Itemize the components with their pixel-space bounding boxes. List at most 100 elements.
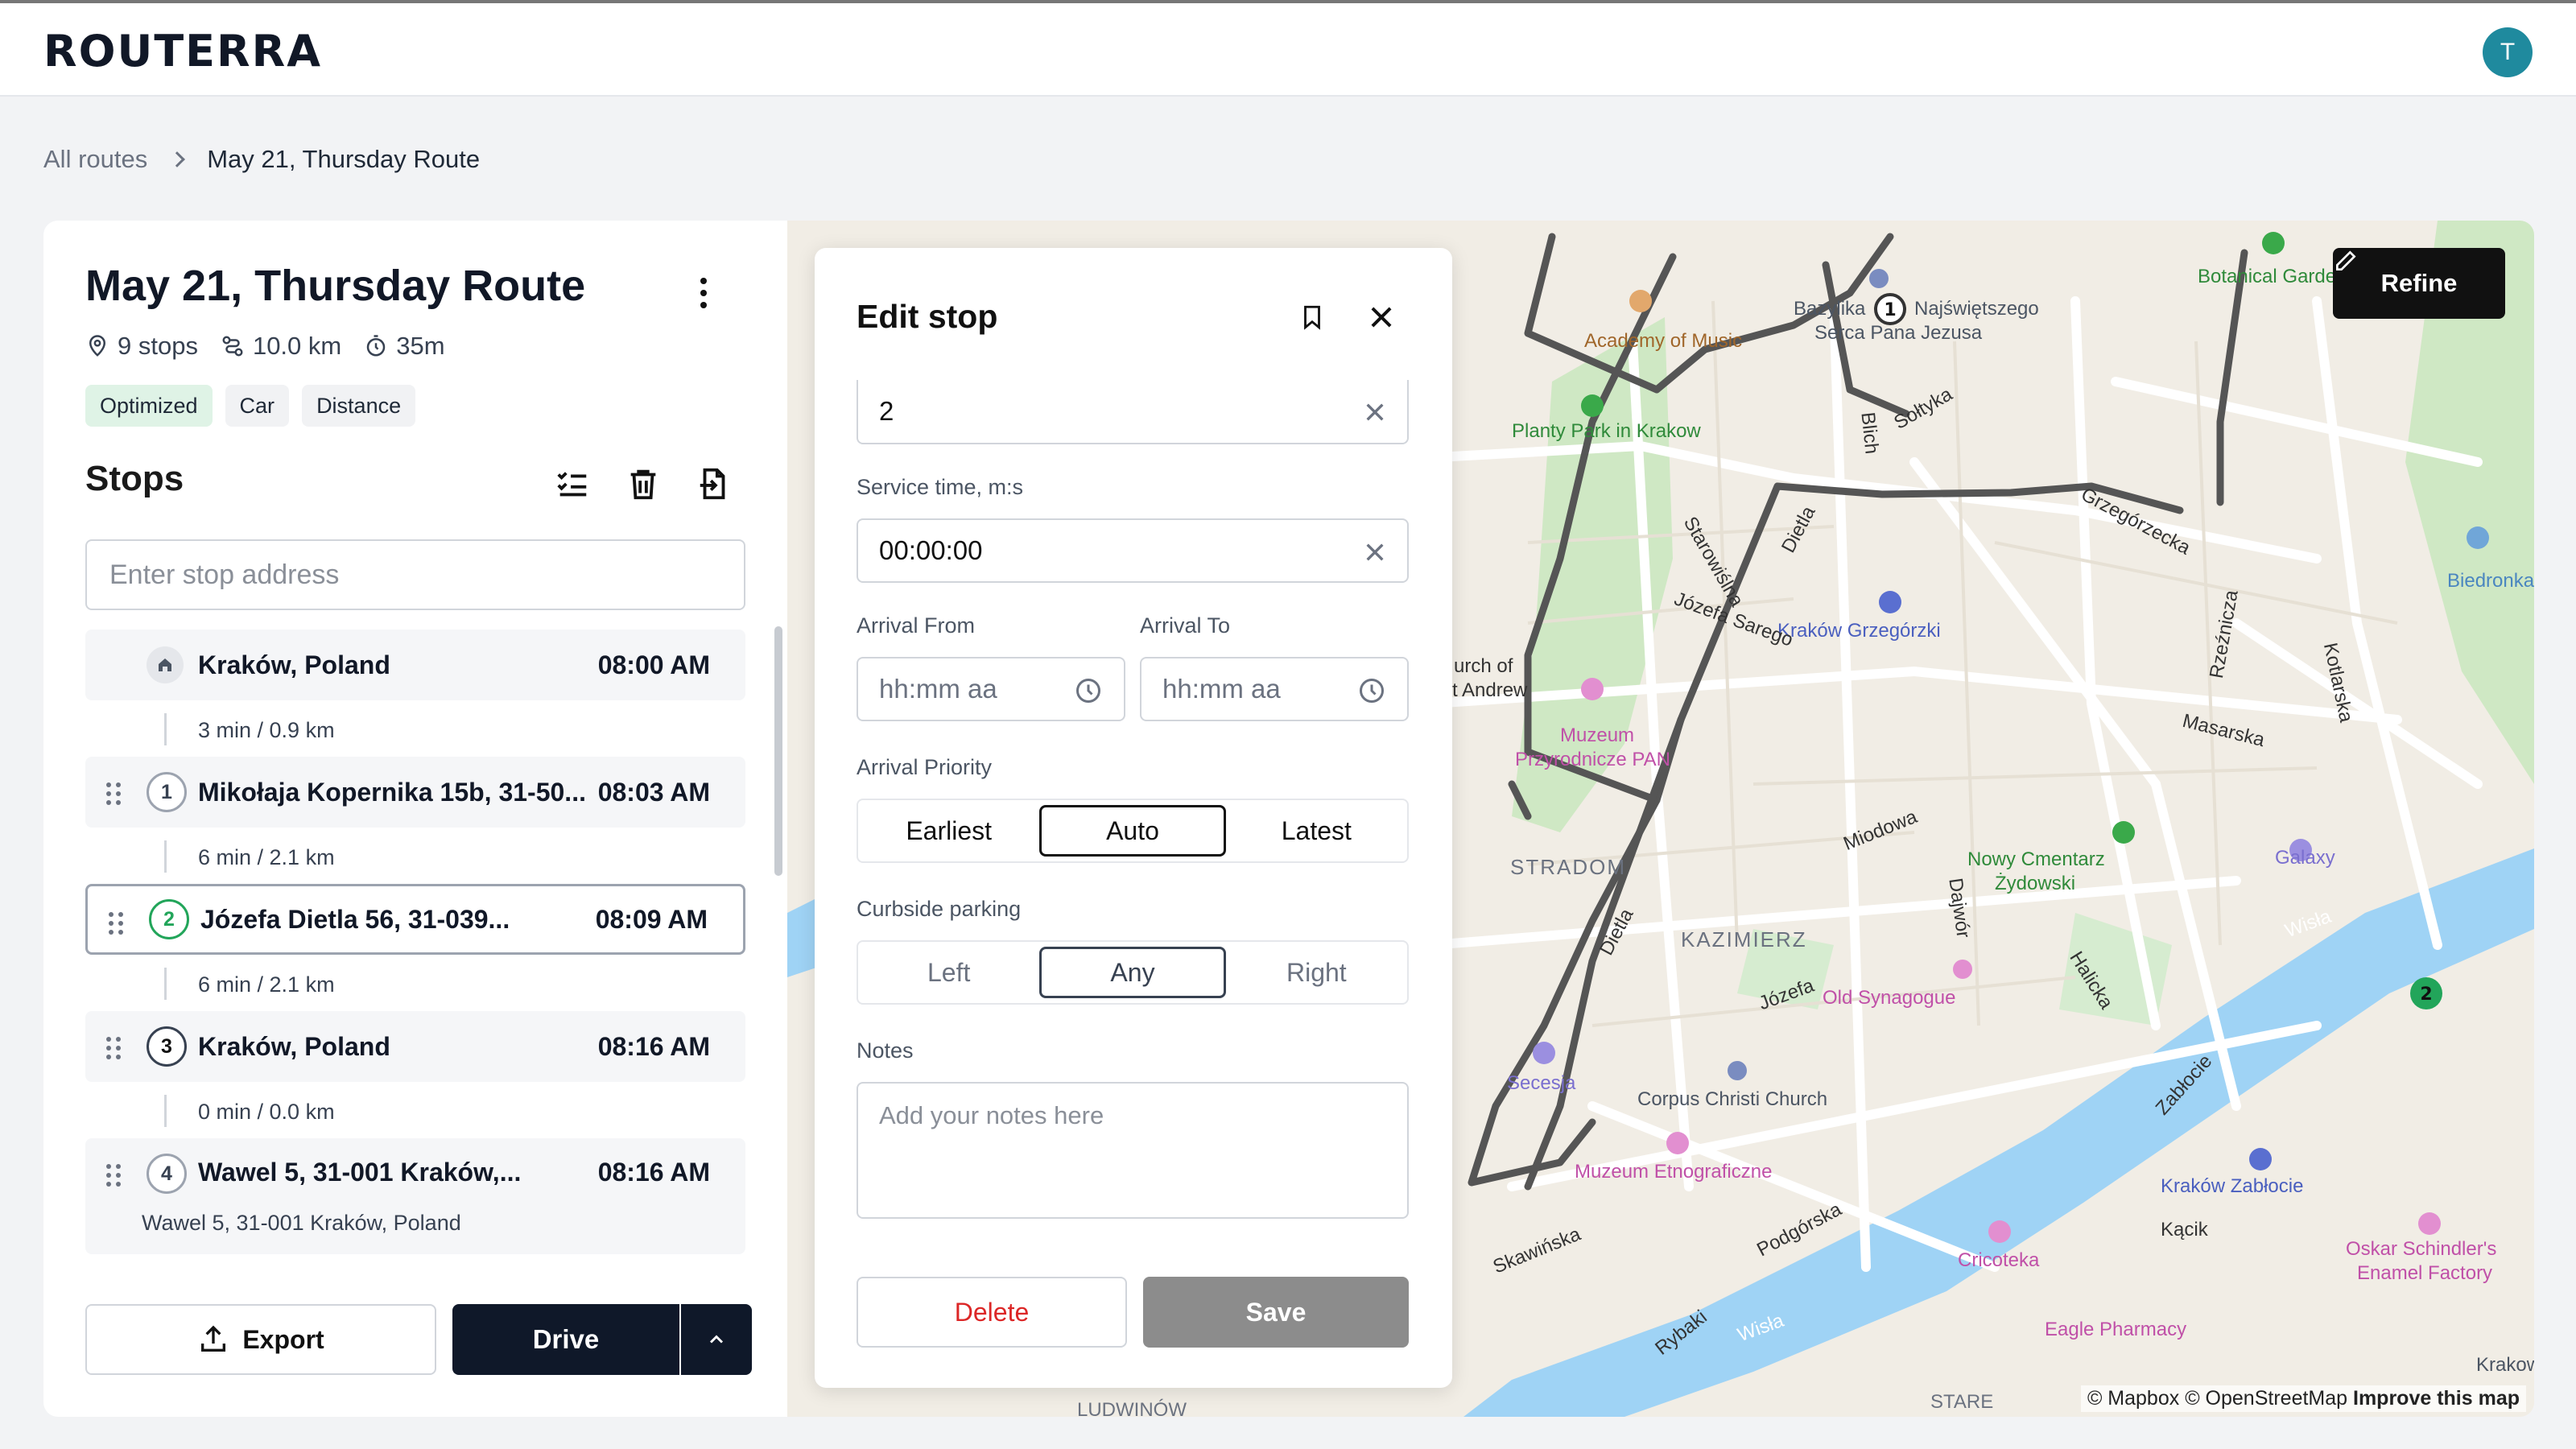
route-panel: May 21, Thursday Route 9 stops 10.0 km 3… — [43, 221, 787, 1417]
drive-button[interactable]: Drive — [452, 1304, 679, 1375]
map-label: Kraków Grzegórzki — [1777, 620, 1941, 642]
map-label: Academy of Music — [1584, 330, 1743, 352]
export-label: Export — [242, 1324, 324, 1354]
user-avatar[interactable]: T — [2483, 27, 2533, 77]
leg-info: 6 min / 2.1 km — [198, 845, 335, 869]
arrival-from-label: Arrival From — [857, 613, 975, 638]
map-label: Old Synagogue — [1823, 987, 1956, 1009]
clear-icon[interactable] — [1362, 399, 1388, 425]
drag-handle-icon[interactable] — [109, 912, 123, 935]
select-stops-button[interactable] — [551, 462, 594, 506]
drag-handle-icon[interactable] — [106, 782, 121, 805]
map-label: STRADOM — [1510, 855, 1626, 879]
stop-name: Józefa Dietla 56, 31-039... — [200, 904, 510, 934]
map-label: Kraków Zabłocie — [2161, 1175, 2304, 1197]
drag-handle-icon[interactable] — [106, 1164, 121, 1187]
stop-row-1[interactable]: 1 Mikołaja Kopernika 15b, 31-50... 08:03… — [85, 757, 745, 828]
bookmark-button[interactable] — [1293, 298, 1331, 336]
map-label: Corpus Christi Church — [1637, 1088, 1828, 1110]
leg-divider — [164, 968, 167, 1000]
more-options-button[interactable] — [687, 269, 720, 317]
map-label: KAZIMIERZ — [1681, 927, 1807, 952]
priority-latest[interactable]: Latest — [1226, 800, 1407, 861]
attribution-text[interactable]: © Mapbox © OpenStreetMap — [2087, 1387, 2347, 1410]
delete-button[interactable]: Delete — [857, 1277, 1127, 1348]
chip-vehicle: Car — [225, 385, 290, 427]
refine-button[interactable]: Refine — [2333, 248, 2505, 319]
trash-icon — [630, 469, 656, 500]
breadcrumb: All routes May 21, Thursday Route — [43, 142, 480, 177]
file-import-icon — [700, 468, 725, 500]
stop-row-depot[interactable]: Kraków, Poland 08:00 AM — [85, 630, 745, 700]
curbside-label: Curbside parking — [857, 897, 1022, 921]
timer-icon — [366, 335, 386, 357]
export-button[interactable]: Export — [85, 1304, 436, 1375]
route-distance: 10.0 km — [221, 332, 341, 361]
location-pin-icon — [89, 335, 106, 357]
import-stops-button[interactable] — [692, 462, 736, 506]
close-button[interactable] — [1362, 298, 1401, 336]
app-header: ROUTERRA T — [0, 0, 2576, 97]
route-chips: Optimized Car Distance — [85, 385, 416, 427]
stops-list: Kraków, Poland 08:00 AM 3 min / 0.9 km 1… — [85, 630, 745, 1417]
curbside-any[interactable]: Any — [1039, 947, 1226, 998]
leg-divider — [164, 1095, 167, 1127]
map-label: Muzeum Etnograficzne — [1575, 1161, 1773, 1183]
stops-scrollbar[interactable] — [774, 626, 782, 876]
clear-icon[interactable] — [1362, 539, 1388, 565]
map-label: Krakows — [2476, 1354, 2534, 1376]
map-label: Żydowski — [1995, 873, 2076, 894]
stop-time: 08:16 AM — [597, 1158, 710, 1187]
stop-time: 08:00 AM — [597, 650, 710, 679]
stop-row-2[interactable]: 2 Józefa Dietla 56, 31-039... 08:09 AM — [85, 884, 745, 955]
dot-icon — [700, 290, 707, 296]
map-label: Cricoteka — [1958, 1249, 2040, 1271]
map-label: STARE — [1930, 1391, 1994, 1413]
delete-stops-button[interactable] — [621, 462, 665, 506]
map-marker-2[interactable]: 2 — [2420, 985, 2432, 1005]
curbside-right[interactable]: Right — [1226, 942, 1407, 1003]
drag-handle-icon[interactable] — [106, 1037, 121, 1059]
notes-input[interactable] — [857, 1082, 1409, 1219]
priority-earliest[interactable]: Earliest — [858, 800, 1039, 861]
arrival-from-input[interactable]: hh:mm aa — [857, 657, 1125, 721]
arrival-priority-label: Arrival Priority — [857, 755, 993, 779]
breadcrumb-all-routes[interactable]: All routes — [43, 145, 147, 174]
map-label: LUDWINÓW — [1077, 1399, 1187, 1417]
arrival-priority-selector: Earliest Auto Latest — [857, 799, 1409, 863]
priority-auto[interactable]: Auto — [1039, 805, 1226, 857]
stop-address-input[interactable] — [85, 539, 745, 610]
route-stops-count: 9 stops — [85, 332, 198, 361]
arrival-to-input[interactable]: hh:mm aa — [1140, 657, 1409, 721]
leg-info: 0 min / 0.0 km — [198, 1100, 335, 1124]
map-label: Secesja — [1507, 1072, 1576, 1094]
logo[interactable]: ROUTERRA — [43, 26, 322, 76]
stop-row-3[interactable]: 3 Kraków, Poland 08:16 AM — [85, 1011, 745, 1082]
stops-heading: Stops — [85, 459, 184, 498]
breadcrumb-current: May 21, Thursday Route — [207, 145, 481, 173]
clock-icon[interactable] — [1357, 676, 1386, 705]
notes-label: Notes — [857, 1038, 914, 1063]
map-label: Enamel Factory — [2357, 1262, 2493, 1284]
leg-info: 3 min / 0.9 km — [198, 718, 335, 742]
stop-number-field[interactable]: 2 — [857, 380, 1409, 444]
map-label: Eagle Pharmacy — [2045, 1319, 2187, 1340]
arrival-to-placeholder: hh:mm aa — [1162, 674, 1281, 704]
service-time-input[interactable]: 00:00:00 — [857, 518, 1409, 583]
drive-options-button[interactable] — [681, 1304, 752, 1375]
checklist-icon — [557, 472, 587, 497]
upload-icon — [201, 1325, 226, 1352]
clock-icon[interactable] — [1074, 676, 1103, 705]
map-marker-1[interactable]: 1 — [1884, 300, 1896, 320]
map-label: Nowy Cmentarz — [1967, 848, 2105, 870]
save-button[interactable]: Save — [1143, 1277, 1409, 1348]
stop-number-badge: 3 — [147, 1026, 187, 1067]
stop-row-4[interactable]: 4 Wawel 5, 31-001 Kraków,... 08:16 AM Wa… — [85, 1138, 745, 1254]
stop-full-address: Wawel 5, 31-001 Kraków, Poland — [142, 1211, 461, 1235]
map-label: Galaxy — [2275, 847, 2335, 869]
map-attribution: © Mapbox © OpenStreetMap Improve this ma… — [2080, 1385, 2526, 1412]
refine-label: Refine — [2380, 269, 2458, 297]
improve-map-link[interactable]: Improve this map — [2353, 1387, 2520, 1410]
curbside-left[interactable]: Left — [858, 942, 1039, 1003]
close-icon — [1371, 307, 1392, 328]
